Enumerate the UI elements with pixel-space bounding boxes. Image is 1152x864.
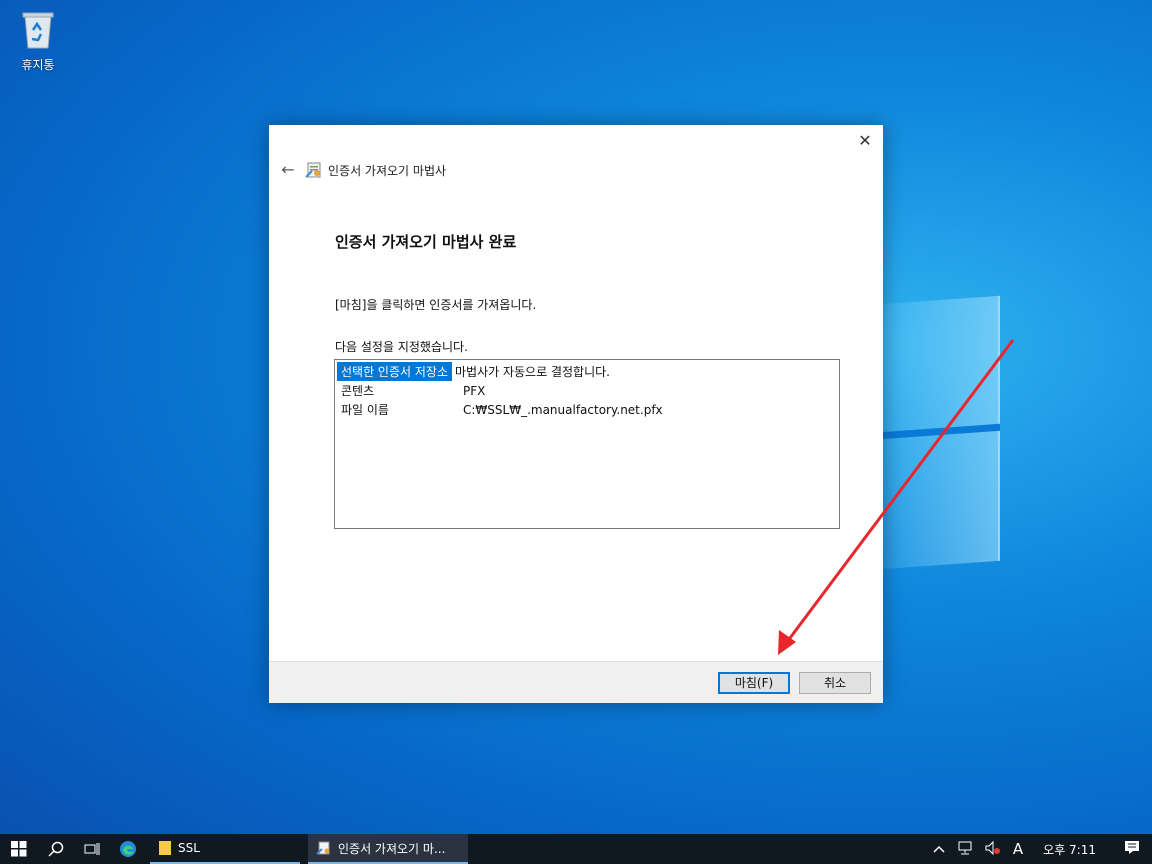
- settings-value: C:₩SSL₩_.manualfactory.net.pfx: [463, 402, 663, 417]
- taskbar-clock[interactable]: 오후 7:11: [1043, 841, 1096, 858]
- ime-indicator[interactable]: A: [1013, 840, 1023, 858]
- certificate-wizard-icon: [305, 161, 323, 179]
- taskbar-certificate-wizard[interactable]: 인증서 가져오기 마...: [308, 834, 468, 864]
- search-button[interactable]: [40, 834, 72, 864]
- folder-icon: [159, 841, 171, 855]
- search-icon: [48, 841, 64, 857]
- task-view-button[interactable]: [76, 834, 108, 864]
- network-icon[interactable]: [957, 841, 973, 858]
- back-button[interactable]: ←: [277, 161, 299, 179]
- task-view-icon: [84, 843, 100, 855]
- windows-start-icon: [11, 841, 27, 857]
- settings-key: 파일 이름: [341, 403, 389, 417]
- settings-value: 마법사가 자동으로 결정합니다.: [455, 365, 610, 379]
- taskbar: SSL 인증서 가져오기 마... A 오후 7:11: [0, 834, 1152, 864]
- system-tray: A 오후 7:11: [927, 834, 1152, 864]
- settings-key: 콘텐츠: [341, 384, 375, 398]
- settings-label: 다음 설정을 지정했습니다.: [335, 340, 468, 354]
- settings-key: 선택한 인증서 저장소: [337, 362, 452, 381]
- volume-muted-icon[interactable]: [985, 840, 1001, 858]
- settings-row[interactable]: 선택한 인증서 저장소 마법사가 자동으로 결정합니다.: [337, 362, 837, 381]
- chevron-up-icon[interactable]: [933, 842, 945, 856]
- recycle-bin-label: 휴지통: [21, 58, 55, 72]
- wizard-title: 인증서 가져오기 마법사: [328, 164, 447, 178]
- finish-button[interactable]: 마침(F): [718, 672, 790, 694]
- cancel-button[interactable]: 취소: [799, 672, 871, 694]
- certificate-wizard-icon: [316, 841, 330, 855]
- settings-row[interactable]: 콘텐츠 PFX: [337, 381, 837, 400]
- dialog-footer: 마침(F) 취소: [269, 661, 883, 703]
- taskbar-ssl-folder[interactable]: SSL: [150, 834, 300, 864]
- intro-text: [마침]을 클릭하면 인증서를 가져옵니다.: [335, 298, 537, 312]
- start-button[interactable]: [0, 834, 38, 864]
- settings-row[interactable]: 파일 이름 C:₩SSL₩_.manualfactory.net.pfx: [337, 400, 837, 419]
- notification-icon[interactable]: [1124, 840, 1140, 858]
- settings-value: PFX: [463, 383, 486, 398]
- certificate-import-wizard-dialog: ✕ ← 인증서 가져오기 마법사 인증서 가져오기 마법사 완료 [마침]을 클…: [269, 125, 883, 703]
- recycle-bin-shortcut[interactable]: 휴지통: [10, 8, 66, 73]
- edge-icon: [120, 841, 136, 857]
- settings-list[interactable]: 선택한 인증서 저장소 마법사가 자동으로 결정합니다. 콘텐츠 PFX 파일 …: [334, 359, 840, 529]
- taskbar-ssl-label: SSL: [178, 841, 200, 855]
- recycle-bin-icon: [20, 8, 56, 50]
- edge-browser-button[interactable]: [112, 834, 144, 864]
- page-heading: 인증서 가져오기 마법사 완료: [335, 233, 517, 251]
- close-button[interactable]: ✕: [853, 131, 877, 151]
- taskbar-active-label: 인증서 가져오기 마...: [338, 841, 446, 856]
